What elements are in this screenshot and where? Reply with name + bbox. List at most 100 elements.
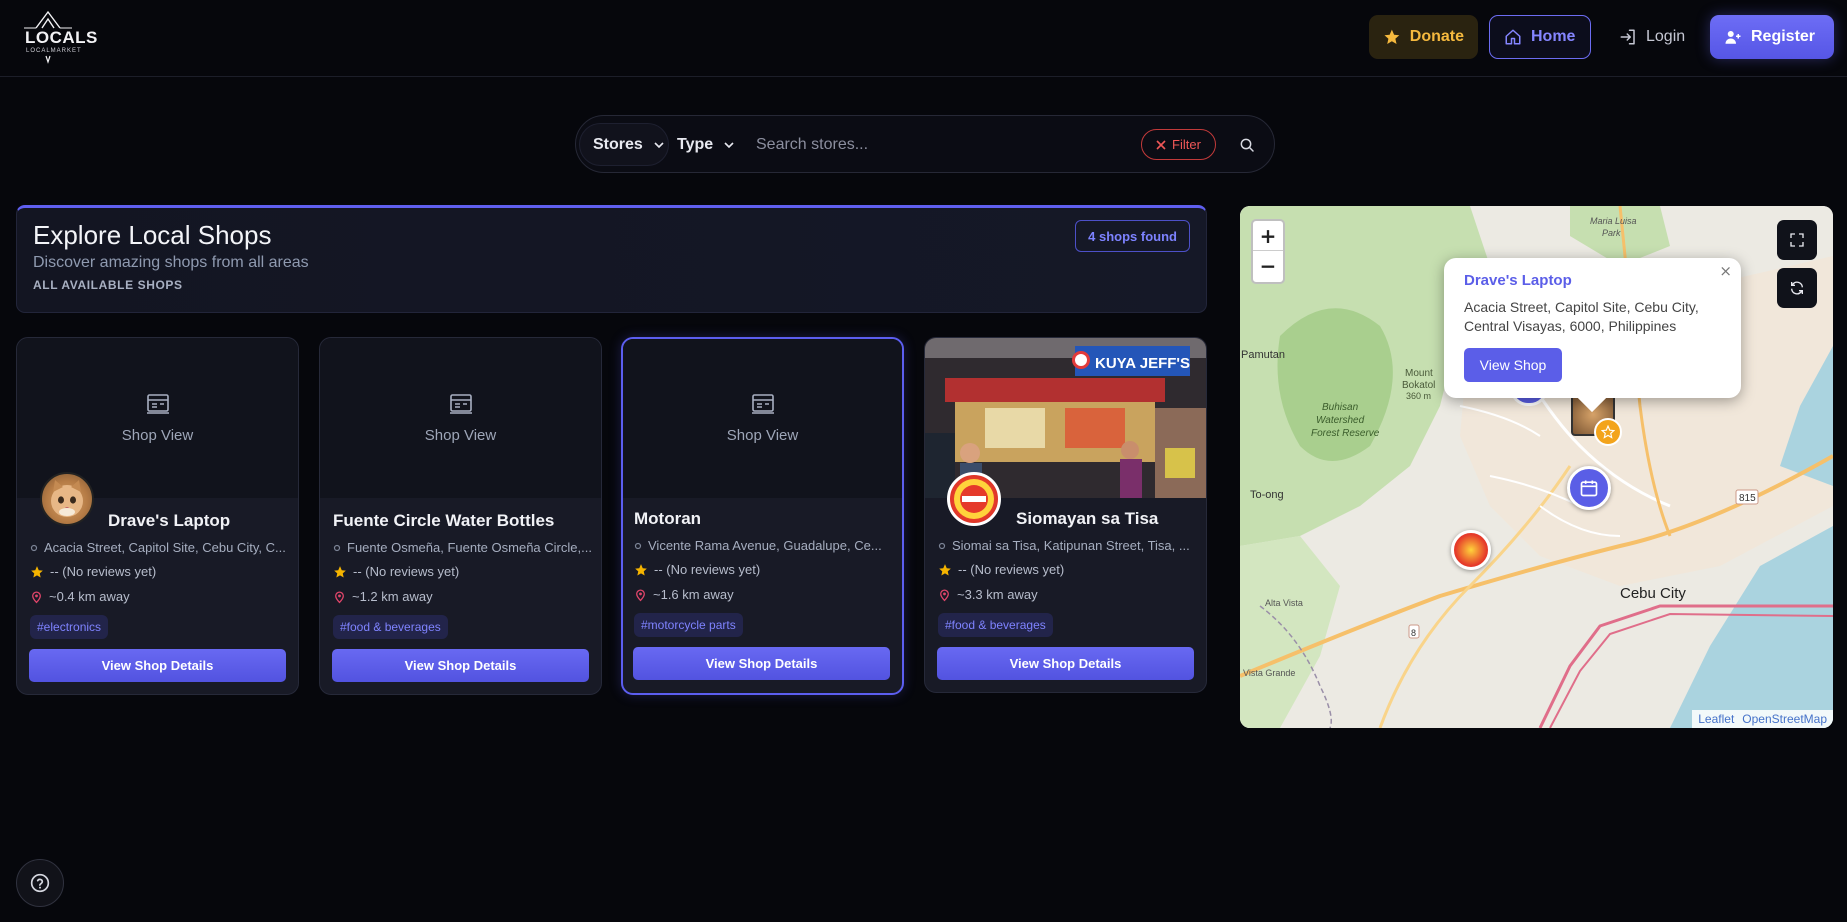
shop-card[interactable]: Shop View Drave's Laptop Acacia Street, … xyxy=(16,337,299,695)
shop-category-tag[interactable]: #electronics xyxy=(30,615,109,639)
storefront-icon xyxy=(449,393,472,414)
osm-link[interactable]: OpenStreetMap xyxy=(1742,712,1827,726)
shops-map[interactable]: Pamutan Mount Bokatol 360 m Buhisan Wate… xyxy=(1240,206,1833,728)
shop-distance-text: ~1.6 km away xyxy=(653,587,734,602)
zoom-controls: + − xyxy=(1251,219,1285,284)
chevron-down-icon xyxy=(724,141,734,148)
type-dropdown[interactable]: Type xyxy=(674,123,746,166)
shop-address: Siomai sa Tisa, Katipunan Street, Tisa, … xyxy=(938,538,1198,553)
login-button[interactable]: Login xyxy=(1605,15,1705,59)
view-shop-details-button[interactable]: View Shop Details xyxy=(29,649,286,682)
shop-name: Siomayan sa Tisa xyxy=(1016,509,1159,528)
shop-address-text: Siomai sa Tisa, Katipunan Street, Tisa, … xyxy=(952,538,1190,553)
siomai-logo-icon xyxy=(954,479,994,519)
map-label: Watershed xyxy=(1316,415,1365,426)
map-label: Alta Vista xyxy=(1265,598,1303,608)
help-button[interactable] xyxy=(16,859,64,907)
zoom-out-button[interactable]: − xyxy=(1253,251,1283,281)
shop-card[interactable]: KUYA JEFF'S Siomayan sa Tisa Siomai sa T… xyxy=(924,337,1207,693)
section-caption: ALL AVAILABLE SHOPS xyxy=(33,278,183,292)
view-shop-details-button[interactable]: View Shop Details xyxy=(633,647,890,680)
popup-view-shop-button[interactable]: View Shop xyxy=(1464,348,1562,382)
map-label: Vista Grande xyxy=(1243,668,1295,678)
road-number-label: 8 xyxy=(1411,628,1416,638)
view-shop-details-button[interactable]: View Shop Details xyxy=(332,649,589,682)
filter-button[interactable]: Filter xyxy=(1141,129,1216,160)
shop-category-tag[interactable]: #food & beverages xyxy=(938,613,1053,637)
map-popup: × Drave's Laptop Acacia Street, Capitol … xyxy=(1444,258,1741,398)
shop-distance: ~1.6 km away xyxy=(634,587,734,602)
map-pin-icon xyxy=(636,588,645,601)
question-icon xyxy=(30,873,50,893)
location-dot-icon xyxy=(333,544,341,551)
map-label: Mount xyxy=(1405,368,1433,379)
locals-logo[interactable]: LOCALS LOCALMARKET xyxy=(22,8,97,66)
shop-name: Drave's Laptop xyxy=(108,511,231,530)
map-pin-icon xyxy=(335,590,344,603)
shop-rating-text: -- (No reviews yet) xyxy=(353,564,460,579)
map-marker-siomai-shop[interactable] xyxy=(1451,530,1491,570)
map-label: Buhisan xyxy=(1322,402,1359,413)
leaflet-link[interactable]: Leaflet xyxy=(1698,712,1734,726)
register-button[interactable]: Register xyxy=(1710,15,1834,59)
popup-close-button[interactable]: × xyxy=(1719,262,1732,280)
shop-logo-avatar xyxy=(947,472,1001,526)
shop-distance-text: ~1.2 km away xyxy=(352,589,433,604)
stores-dropdown-label: Stores xyxy=(593,135,643,153)
star-icon xyxy=(635,563,647,576)
shop-rating: -- (No reviews yet) xyxy=(30,564,156,579)
shop-image-placeholder: Shop View xyxy=(320,338,601,498)
shop-address: Acacia Street, Capitol Site, Cebu City, … xyxy=(30,540,290,555)
map-marker-shop[interactable] xyxy=(1567,466,1611,510)
map-label: Cebu City xyxy=(1620,585,1686,602)
shop-rating-text: -- (No reviews yet) xyxy=(654,562,761,577)
shop-distance: ~0.4 km away xyxy=(30,589,130,604)
search-input[interactable] xyxy=(756,126,1136,163)
fullscreen-button[interactable] xyxy=(1777,220,1817,260)
map-attribution: Leaflet OpenStreetMap xyxy=(1692,710,1833,728)
shop-category-tag[interactable]: #motorcycle parts xyxy=(634,613,743,637)
login-icon xyxy=(1620,29,1635,45)
shop-address: Fuente Osmeña, Fuente Osmeña Circle,... xyxy=(333,540,593,555)
photo-sign-text: KUYA JEFF'S xyxy=(1095,355,1190,372)
star-icon xyxy=(939,563,951,576)
stores-dropdown[interactable]: Stores xyxy=(579,123,669,166)
home-button[interactable]: Home xyxy=(1489,15,1591,59)
refresh-icon xyxy=(1791,281,1803,295)
register-label: Register xyxy=(1751,28,1816,45)
search-bar: Stores Type Filter xyxy=(575,115,1275,173)
login-label: Login xyxy=(1646,28,1686,45)
shop-rating: -- (No reviews yet) xyxy=(938,562,1064,577)
shop-address-text: Acacia Street, Capitol Site, Cebu City, … xyxy=(44,540,286,555)
fullscreen-icon xyxy=(1790,233,1804,247)
map-pin-icon xyxy=(32,590,41,603)
calendar-icon xyxy=(1580,480,1598,497)
page-title: Explore Local Shops xyxy=(33,220,272,250)
page-subtitle: Discover amazing shops from all areas xyxy=(33,254,309,271)
chevron-down-icon xyxy=(654,141,664,148)
popup-address: Acacia Street, Capitol Site, Cebu City, … xyxy=(1464,299,1699,334)
shop-image-label: Shop View xyxy=(121,426,194,444)
home-label: Home xyxy=(1531,28,1576,45)
donate-button[interactable]: Donate xyxy=(1369,15,1478,59)
popup-title[interactable]: Drave's Laptop xyxy=(1464,272,1572,289)
shop-rating: -- (No reviews yet) xyxy=(333,564,459,579)
road-number-label: 815 xyxy=(1739,493,1756,504)
map-label: Pamutan xyxy=(1241,349,1285,361)
shop-address-text: Vicente Rama Avenue, Guadalupe, Ce... xyxy=(648,538,882,553)
search-button[interactable] xyxy=(1234,132,1260,158)
shop-image-placeholder: Shop View xyxy=(623,339,902,498)
shop-card[interactable]: Shop View Fuente Circle Water Bottles Fu… xyxy=(319,337,602,695)
star-icon xyxy=(1601,425,1615,439)
shop-card-selected[interactable]: Shop View Motoran Vicente Rama Avenue, G… xyxy=(621,337,904,695)
shops-count-badge: 4 shops found xyxy=(1075,220,1190,252)
zoom-in-button[interactable]: + xyxy=(1253,221,1283,251)
refresh-map-button[interactable] xyxy=(1777,268,1817,308)
star-icon xyxy=(334,565,346,578)
map-label: Maria Luisa xyxy=(1590,216,1637,226)
location-dot-icon xyxy=(634,542,642,549)
featured-star-marker xyxy=(1594,418,1622,446)
map-label: Forest Reserve xyxy=(1311,428,1380,439)
shop-category-tag[interactable]: #food & beverages xyxy=(333,615,448,639)
view-shop-details-button[interactable]: View Shop Details xyxy=(937,647,1194,680)
